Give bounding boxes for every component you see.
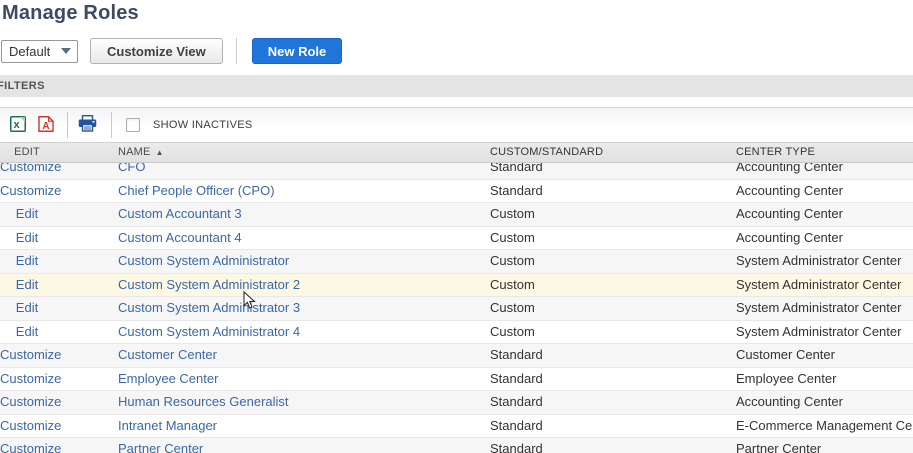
center-type-value: System Administrator Center [736,323,902,339]
custom-standard-value: Standard [490,347,543,362]
column-header-custom-standard[interactable]: CUSTOM/STANDARD [490,143,736,162]
custom-standard-value: Standard [490,370,543,386]
role-name-link[interactable]: Custom Accountant 3 [118,206,242,221]
show-inactives-label: SHOW INACTIVES [153,119,253,131]
table-row: Customize Chief People Officer (CPO) Sta… [0,179,913,203]
table-row: Edit Custom System Administrator Custom … [0,250,913,274]
edit-link[interactable]: Edit [16,324,38,339]
filters-label: FILTERS [0,80,45,92]
custom-standard-value: Custom [490,206,535,221]
column-header-name[interactable]: NAME ▲ [54,143,490,162]
edit-link[interactable]: Edit [16,253,38,268]
new-role-button[interactable]: New Role [251,38,343,64]
excel-export-button[interactable]: x [8,115,28,135]
edit-link[interactable]: Edit [16,277,38,292]
excel-export-icon: x [10,115,26,135]
page-header: Manage Roles Default Customize View New … [0,0,913,75]
custom-standard-value: Custom [490,253,535,268]
edit-link[interactable]: Customize [0,394,61,409]
custom-standard-value: Custom [490,276,535,292]
button-divider [235,38,237,64]
role-name-link[interactable]: Custom System Administrator 2 [118,277,300,292]
view-select-value: Default [9,43,51,59]
edit-link[interactable]: Edit [16,300,38,315]
table-row: Edit Custom System Administrator 2 Custo… [0,273,913,297]
custom-standard-value: Standard [490,417,543,433]
role-name-link[interactable]: Custom System Administrator 3 [118,300,300,315]
center-type-value: E-Commerce Management Center [736,417,913,433]
role-name-link[interactable]: Custom System Administrator 4 [118,324,300,339]
custom-standard-value: Custom [490,323,535,339]
edit-link[interactable]: Edit [16,230,38,245]
role-name-link[interactable]: CFO [118,163,145,174]
edit-link[interactable]: Edit [16,206,38,221]
table-row: Edit Custom Accountant 4 Custom Accounti… [0,226,913,250]
custom-standard-value: Standard [490,182,543,198]
role-name-link[interactable]: Chief People Officer (CPO) [118,183,275,198]
center-type-value: Employee Center [736,370,837,386]
toolbar-divider [67,112,68,138]
filters-bar[interactable]: FILTERS [0,75,913,97]
table-row: Customize Partner Center Standard Partne… [0,438,913,453]
svg-text:A: A [42,121,49,132]
role-name-link[interactable]: Custom Accountant 4 [118,230,242,245]
center-type-value: Partner Center [736,441,822,453]
custom-standard-value: Standard [490,394,543,409]
custom-standard-value: Custom [490,229,535,245]
table-header: EDIT NAME ▲ CUSTOM/STANDARD CENTER TYPE [0,142,913,163]
table-row: Customize Intranet Manager Standard E-Co… [0,414,913,438]
center-type-value: Customer Center [736,347,835,362]
role-name-link[interactable]: Customer Center [118,347,217,362]
table-row: Customize Customer Center Standard Custo… [0,344,913,368]
toolbar-divider [111,112,112,138]
center-type-value: System Administrator Center [736,253,902,268]
edit-link[interactable]: Customize [0,418,61,433]
view-select[interactable]: Default [1,39,78,63]
pdf-export-icon: A [38,115,55,135]
column-header-center-type[interactable]: CENTER TYPE [736,143,913,162]
edit-link[interactable]: Customize [0,347,61,362]
center-type-value: Accounting Center [736,206,843,221]
customize-view-button[interactable]: Customize View [90,38,223,64]
table-row: Customize Human Resources Generalist Sta… [0,391,913,415]
roles-table-body: Customize CFO Standard Accounting Center… [0,163,913,453]
custom-standard-value: Custom [490,300,535,315]
chevron-down-icon [61,48,71,54]
page-title: Manage Roles [2,2,139,24]
actions-toolbar: x A SHOW INACTIVES [0,107,913,142]
custom-standard-value: Standard [490,441,543,453]
edit-link[interactable]: Customize [0,371,61,386]
table-row: Edit Custom System Administrator 4 Custo… [0,320,913,344]
role-name-link[interactable]: Intranet Manager [118,418,217,433]
table-row: Edit Custom System Administrator 3 Custo… [0,297,913,321]
pdf-export-button[interactable]: A [36,115,56,135]
center-type-value: Accounting Center [736,182,843,198]
view-controls: Default Customize View New Role [1,38,343,64]
center-type-value: System Administrator Center [736,300,902,315]
table-row: Edit Custom Accountant 3 Custom Accounti… [0,203,913,227]
print-icon [78,115,97,135]
edit-link[interactable]: Customize [0,441,61,453]
column-header-edit[interactable]: EDIT [0,143,54,162]
show-inactives-checkbox[interactable] [126,118,140,132]
edit-link[interactable]: Customize [0,183,61,198]
edit-link[interactable]: Customize [0,163,61,174]
custom-standard-value: Standard [490,163,543,174]
table-row: Customize CFO Standard Accounting Center [0,163,913,180]
print-button[interactable] [77,115,97,135]
role-name-link[interactable]: Custom System Administrator [118,253,289,268]
sort-asc-icon: ▲ [155,147,164,157]
center-type-value: Accounting Center [736,163,843,174]
center-type-value: Accounting Center [736,229,843,245]
role-name-link[interactable]: Human Resources Generalist [118,394,289,409]
center-type-value: Accounting Center [736,394,843,409]
table-row: Customize Employee Center Standard Emplo… [0,367,913,391]
center-type-value: System Administrator Center [736,276,902,292]
svg-text:x: x [13,119,20,131]
role-name-link[interactable]: Employee Center [118,371,218,386]
role-name-link[interactable]: Partner Center [118,441,203,453]
